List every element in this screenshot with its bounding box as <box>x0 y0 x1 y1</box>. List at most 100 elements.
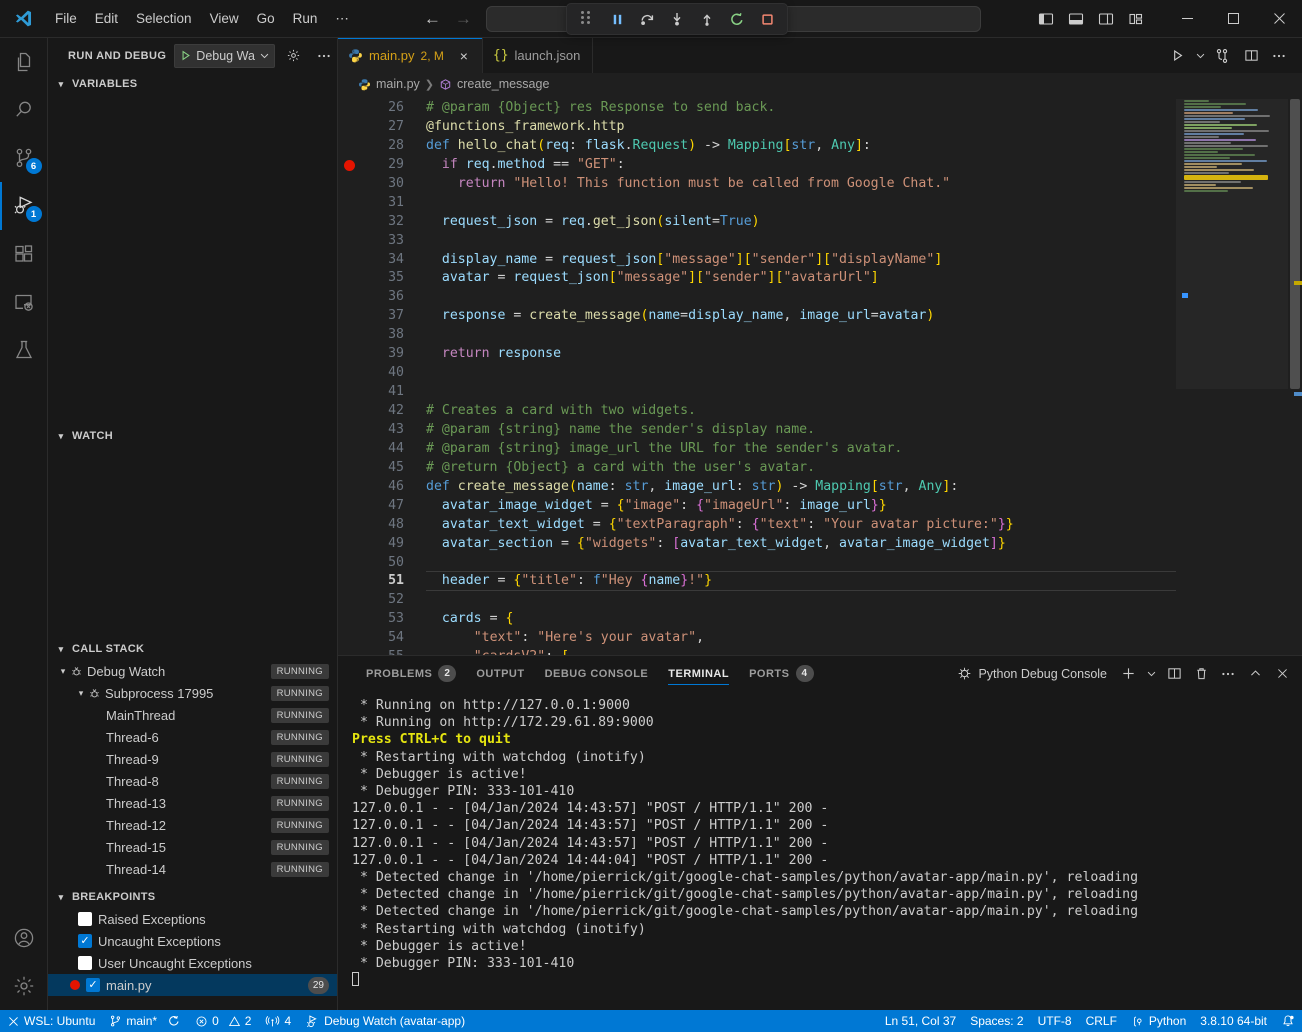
call-stack-row[interactable]: Thread-6RUNNING <box>48 726 337 748</box>
maximize-panel-chevron-up-icon[interactable] <box>1243 662 1267 686</box>
call-stack-row[interactable]: Thread-13RUNNING <box>48 792 337 814</box>
status-indentation[interactable]: Spaces: 2 <box>963 1010 1030 1032</box>
debug-step-into-icon[interactable] <box>663 6 691 32</box>
status-cursor-position[interactable]: Ln 51, Col 37 <box>878 1010 963 1032</box>
menu-edit[interactable]: Edit <box>86 7 127 30</box>
call-stack-row[interactable]: Thread-14RUNNING <box>48 858 337 880</box>
status-notifications[interactable] <box>1274 1010 1302 1032</box>
menu-selection[interactable]: Selection <box>127 7 201 30</box>
code-line[interactable]: 50 <box>360 554 1176 573</box>
code-line[interactable]: 28def hello_chat(req: flask.Request) -> … <box>360 137 1176 156</box>
menu-more[interactable]: ⋯ <box>326 7 358 31</box>
menu-run[interactable]: Run <box>284 7 327 30</box>
activity-testing[interactable] <box>0 326 48 374</box>
window-close-button[interactable] <box>1256 0 1302 38</box>
code-line[interactable]: 38 <box>360 326 1176 345</box>
terminal-dropdown-chevron-icon[interactable] <box>1143 662 1159 686</box>
debug-settings-gear-icon[interactable] <box>283 45 305 67</box>
toggle-primary-sidebar-icon[interactable] <box>1032 6 1060 32</box>
status-eol[interactable]: CRLF <box>1079 1010 1124 1032</box>
go-forward-icon[interactable]: → <box>455 10 472 27</box>
editor-vertical-scrollbar[interactable] <box>1288 95 1302 655</box>
breakpoint-checkbox[interactable] <box>86 978 100 992</box>
debug-step-out-icon[interactable] <box>693 6 721 32</box>
run-python-file-icon[interactable] <box>1164 43 1190 69</box>
new-terminal-icon[interactable] <box>1116 662 1140 686</box>
debug-stop-icon[interactable] <box>753 6 781 32</box>
activity-explorer[interactable] <box>0 38 48 86</box>
activity-extensions[interactable] <box>0 230 48 278</box>
status-interpreter[interactable]: 3.8.10 64-bit <box>1193 1010 1274 1032</box>
activity-accounts[interactable] <box>0 914 48 962</box>
code-line[interactable]: 53 cards = { <box>360 610 1176 629</box>
code-line[interactable]: 41 <box>360 383 1176 402</box>
code-line[interactable]: 42# Creates a card with two widgets. <box>360 402 1176 421</box>
call-stack-row[interactable]: Thread-8RUNNING <box>48 770 337 792</box>
status-remote[interactable]: WSL: Ubuntu <box>0 1010 102 1032</box>
tab-launch-json[interactable]: {} launch.json <box>483 38 593 73</box>
breakpoint-checkbox[interactable] <box>78 956 92 970</box>
status-ports[interactable]: 4 <box>258 1010 298 1032</box>
go-back-icon[interactable]: ← <box>424 10 441 27</box>
active-terminal-entry[interactable]: Python Debug Console <box>957 666 1107 681</box>
code-editor[interactable]: 26# @param {Object} res Response to send… <box>338 95 1302 655</box>
panel-tab-output[interactable]: OUTPUT <box>466 656 534 691</box>
code-line[interactable]: 55 "cardsV2": [ <box>360 648 1176 655</box>
code-line[interactable]: 27@functions_framework.http <box>360 118 1176 137</box>
code-line[interactable]: 48 avatar_text_widget = {"textParagraph"… <box>360 516 1176 535</box>
code-line[interactable]: 33 <box>360 232 1176 251</box>
call-stack-row[interactable]: ▾Debug WatchRUNNING <box>48 660 337 682</box>
tab-main-py[interactable]: main.py 2, M × <box>338 38 483 73</box>
code-line[interactable]: 43# @param {string} name the sender's di… <box>360 421 1176 440</box>
debug-configuration-dropdown[interactable]: Debug Wa <box>174 44 275 68</box>
panel-tab-problems[interactable]: PROBLEMS 2 <box>356 656 466 691</box>
kill-terminal-trash-icon[interactable] <box>1189 662 1213 686</box>
code-line[interactable]: 37 response = create_message(name=displa… <box>360 307 1176 326</box>
activity-run-and-debug[interactable]: 1 <box>0 182 48 230</box>
code-line[interactable]: 46def create_message(name: str, image_ur… <box>360 478 1176 497</box>
source-code[interactable]: 26# @param {Object} res Response to send… <box>360 95 1176 655</box>
menu-go[interactable]: Go <box>248 7 284 30</box>
code-line[interactable]: 39 return response <box>360 345 1176 364</box>
close-panel-icon[interactable] <box>1270 662 1294 686</box>
breakpoint-checkbox[interactable] <box>78 934 92 948</box>
breadcrumb-file[interactable]: main.py <box>376 77 420 91</box>
panel-tab-ports[interactable]: PORTS 4 <box>739 656 823 691</box>
code-line[interactable]: 32 request_json = req.get_json(silent=Tr… <box>360 213 1176 232</box>
code-line[interactable]: 44# @param {string} image_url the URL fo… <box>360 440 1176 459</box>
chevron-down-icon[interactable]: ▾ <box>74 688 88 699</box>
window-minimize-button[interactable] <box>1164 0 1210 38</box>
chevron-down-icon[interactable]: ▾ <box>56 666 70 677</box>
panel-more-actions-icon[interactable] <box>1216 662 1240 686</box>
code-line[interactable]: 54 "text": "Here's your avatar", <box>360 629 1176 648</box>
window-maximize-button[interactable] <box>1210 0 1256 38</box>
code-line[interactable]: 40 <box>360 364 1176 383</box>
variables-section-header[interactable]: ▾ VARIABLES <box>48 73 337 95</box>
call-stack-row[interactable]: ▾Subprocess 17995RUNNING <box>48 682 337 704</box>
call-stack-row[interactable]: Thread-9RUNNING <box>48 748 337 770</box>
breakpoint-row[interactable]: Uncaught Exceptions <box>48 930 337 952</box>
call-stack-row[interactable]: Thread-12RUNNING <box>48 814 337 836</box>
editor-more-actions-icon[interactable] <box>1266 43 1292 69</box>
minimap[interactable] <box>1176 95 1288 655</box>
debug-toolbar-drag-handle[interactable] <box>573 6 601 32</box>
toggle-panel-icon[interactable] <box>1062 6 1090 32</box>
code-line[interactable]: 51 header = {"title": f"Hey {name}!"} <box>360 572 1176 591</box>
breakpoint-row[interactable]: User Uncaught Exceptions <box>48 952 337 974</box>
code-line[interactable]: 36 <box>360 288 1176 307</box>
debug-pause-icon[interactable] <box>603 6 631 32</box>
code-line[interactable]: 49 avatar_section = {"widgets": [avatar_… <box>360 535 1176 554</box>
call-stack-row[interactable]: Thread-15RUNNING <box>48 836 337 858</box>
breadcrumb-symbol[interactable]: create_message <box>457 77 549 91</box>
toggle-secondary-sidebar-icon[interactable] <box>1092 6 1120 32</box>
panel-tab-terminal[interactable]: TERMINAL <box>658 656 739 691</box>
code-line[interactable]: 29 if req.method == "GET": <box>360 156 1176 175</box>
code-line[interactable]: 30 return "Hello! This function must be … <box>360 175 1176 194</box>
status-language-mode[interactable]: Python <box>1124 1010 1193 1032</box>
code-line[interactable]: 47 avatar_image_widget = {"image": {"ima… <box>360 497 1176 516</box>
code-line[interactable]: 52 <box>360 591 1176 610</box>
breakpoint-row[interactable]: main.py29 <box>48 974 337 996</box>
activity-settings[interactable] <box>0 962 48 1010</box>
activity-source-control[interactable]: 6 <box>0 134 48 182</box>
breakpoint-checkbox[interactable] <box>78 912 92 926</box>
